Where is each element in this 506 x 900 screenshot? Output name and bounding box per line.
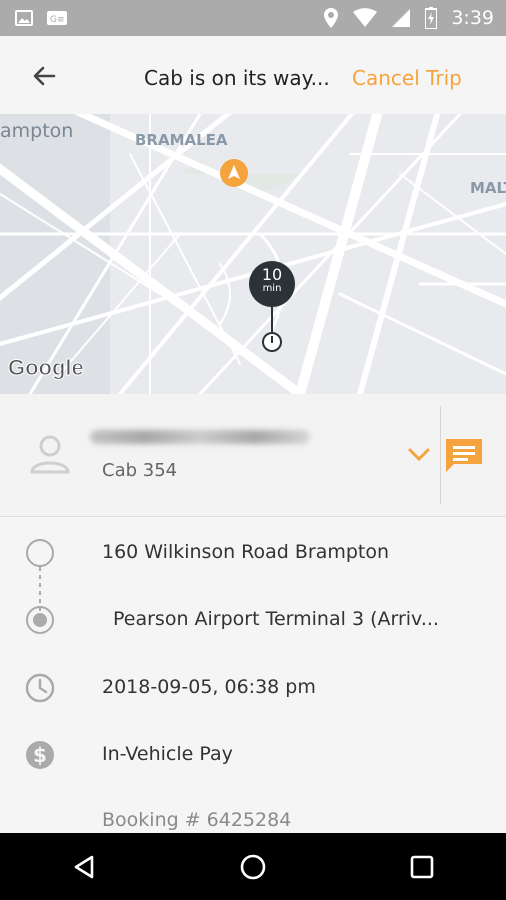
- message-button[interactable]: [444, 436, 484, 476]
- wifi-icon: [353, 8, 378, 27]
- driver-panel: Cab 354: [0, 394, 506, 517]
- triangle-back-icon: [75, 855, 94, 878]
- vertical-divider: [440, 406, 441, 504]
- payment-method: In-Vehicle Pay: [102, 743, 233, 765]
- expand-button[interactable]: [404, 442, 434, 466]
- cab-number: Cab 354: [102, 460, 178, 481]
- back-button[interactable]: [28, 60, 60, 92]
- driver-name-redacted: [90, 430, 310, 444]
- arrow-back-icon: [33, 66, 56, 86]
- page-title: Cab is on its way...: [144, 66, 330, 90]
- svg-text:$: $: [33, 743, 47, 767]
- trip-details: 160 Wilkinson Road Brampton Pearson Airp…: [0, 517, 506, 833]
- signal-icon: [392, 9, 411, 27]
- chat-icon: [446, 439, 482, 472]
- eta-marker: 10 min: [249, 261, 295, 307]
- captions-icon: G≡: [47, 11, 67, 25]
- map-view[interactable]: ampton BRAMALEA MALT 10 min Google: [0, 114, 506, 394]
- datetime-row: 2018-09-05, 06:38 pm: [0, 664, 506, 712]
- eta-value: 10: [261, 265, 283, 284]
- nav-recents-button[interactable]: [398, 843, 446, 891]
- pickup-address: 160 Wilkinson Road Brampton: [102, 541, 390, 563]
- chevron-down-icon: [408, 448, 430, 462]
- eta-unit: min: [262, 283, 282, 294]
- status-bar: G≡ 3:39: [0, 0, 506, 36]
- nav-back-button[interactable]: [60, 843, 108, 891]
- map-roads: [0, 114, 506, 394]
- google-logo: Google: [8, 355, 85, 381]
- square-recents-icon: [410, 855, 433, 878]
- dropoff-address: Pearson Airport Terminal 3 (Arriv...: [113, 608, 439, 630]
- battery-icon: [425, 7, 438, 29]
- gallery-icon: [15, 10, 33, 26]
- circle-home-icon: [240, 854, 266, 879]
- dropoff-row: Pearson Airport Terminal 3 (Arriv...: [0, 596, 506, 644]
- trip-datetime: 2018-09-05, 06:38 pm: [102, 676, 316, 698]
- status-time: 3:39: [451, 7, 494, 29]
- location-icon: [324, 8, 339, 28]
- nav-home-button[interactable]: [229, 843, 277, 891]
- dropoff-radio-icon: [26, 606, 54, 634]
- cancel-trip-button[interactable]: Cancel Trip: [352, 66, 462, 90]
- app-bar: Cab is on its way... Cancel Trip: [0, 36, 506, 115]
- system-nav-bar: [0, 833, 506, 900]
- payment-row: $ In-Vehicle Pay: [0, 731, 506, 779]
- pickup-row: 160 Wilkinson Road Brampton: [0, 529, 506, 577]
- map-label-malton: MALT: [470, 179, 506, 197]
- map-label-brampton: ampton: [0, 120, 74, 142]
- driver-avatar-icon: [30, 435, 70, 474]
- dollar-icon: $: [26, 741, 54, 769]
- booking-number: Booking # 6425284: [102, 809, 292, 831]
- map-label-bramalea: BRAMALEA: [135, 131, 228, 149]
- pickup-pin-icon: [262, 332, 282, 352]
- pickup-circle-icon: [26, 539, 54, 567]
- clock-icon: [25, 673, 55, 703]
- svg-text:G≡: G≡: [50, 15, 65, 25]
- cab-location-icon: [220, 159, 248, 187]
